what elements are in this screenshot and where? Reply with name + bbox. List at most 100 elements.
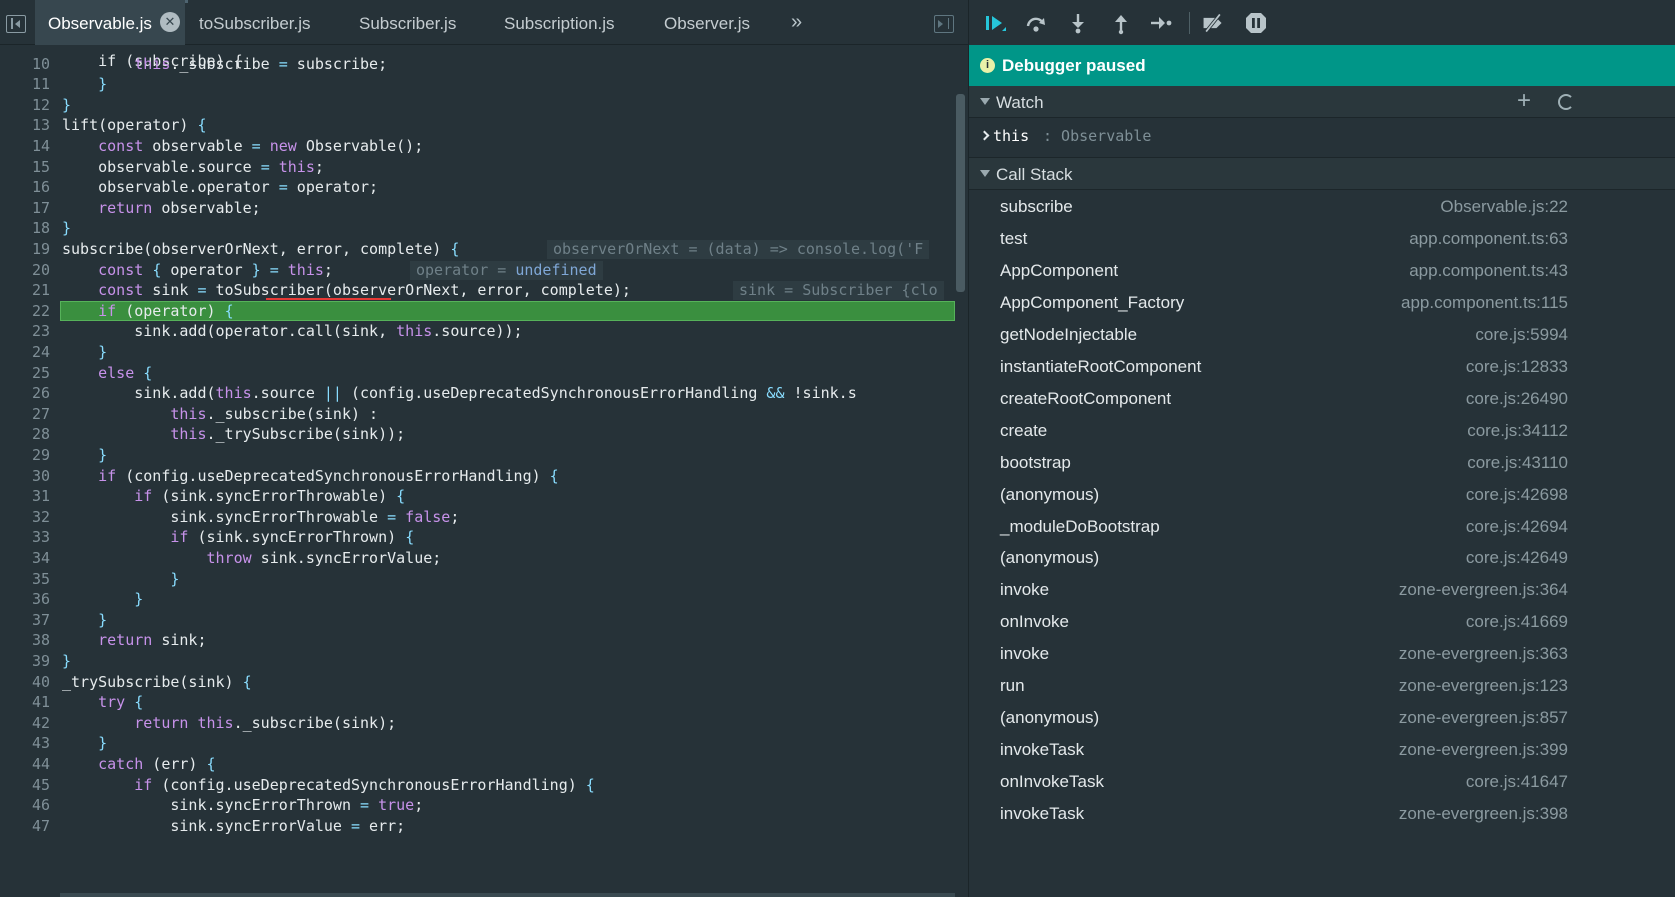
call-stack-frame[interactable]: (anonymous) core.js:42698 bbox=[969, 478, 1675, 510]
more-tabs-icon[interactable]: » bbox=[791, 11, 802, 33]
call-stack-frame[interactable]: invoke zone-evergreen.js:364 bbox=[969, 573, 1675, 605]
code-line: 29 } bbox=[0, 445, 955, 466]
line-number[interactable]: 42 bbox=[0, 713, 50, 734]
line-number[interactable]: 24 bbox=[0, 342, 50, 363]
line-number[interactable]: 20 bbox=[0, 260, 50, 281]
code-text: const { operator } = this; bbox=[98, 260, 333, 279]
line-number[interactable]: 17 bbox=[0, 198, 50, 219]
line-number[interactable]: 11 bbox=[0, 74, 50, 95]
line-number[interactable]: 29 bbox=[0, 445, 50, 466]
watch-section-header[interactable]: Watch + bbox=[969, 86, 1675, 118]
call-stack-frame[interactable]: onInvoke core.js:41669 bbox=[969, 605, 1675, 637]
frame-location: core.js:41647 bbox=[1465, 772, 1568, 792]
line-number[interactable]: 14 bbox=[0, 136, 50, 157]
code-line: 35 } bbox=[0, 569, 955, 590]
line-number[interactable]: 43 bbox=[0, 733, 50, 754]
line-number[interactable]: 21 bbox=[0, 280, 50, 301]
line-number[interactable]: 32 bbox=[0, 507, 50, 528]
line-number[interactable]: 37 bbox=[0, 610, 50, 631]
code-text: } bbox=[98, 734, 108, 753]
call-stack-frame[interactable]: onInvokeTask core.js:41647 bbox=[969, 765, 1675, 797]
toggle-debugger-sidebar-icon[interactable] bbox=[934, 15, 954, 33]
inline-debug-value[interactable]: observerOrNext = (data) => console.log('… bbox=[547, 239, 930, 259]
frame-location: core.js:42649 bbox=[1465, 548, 1568, 568]
line-number[interactable]: 35 bbox=[0, 569, 50, 590]
line-number[interactable]: 33 bbox=[0, 527, 50, 548]
step-out-icon[interactable] bbox=[1109, 11, 1133, 35]
line-number[interactable]: 47 bbox=[0, 816, 50, 837]
watch-item[interactable]: this : Observable bbox=[969, 118, 1675, 158]
call-stack-frame[interactable]: instantiateRootComponent core.js:12833 bbox=[969, 350, 1675, 382]
code-line: 22 if (operator) { bbox=[0, 300, 955, 322]
tab-tosubscriber-js[interactable]: toSubscriber.js bbox=[199, 0, 311, 45]
code-text: observable.operator = operator; bbox=[62, 178, 379, 197]
call-stack-frame[interactable]: create core.js:34112 bbox=[969, 414, 1675, 446]
line-number[interactable]: 36 bbox=[0, 589, 50, 610]
tab-observer-js[interactable]: Observer.js bbox=[664, 0, 750, 45]
tab-subscription-js[interactable]: Subscription.js bbox=[504, 0, 615, 45]
call-stack-frame[interactable]: invokeTask zone-evergreen.js:399 bbox=[969, 733, 1675, 765]
call-stack-frame[interactable]: subscribe Observable.js:22 bbox=[969, 190, 1675, 222]
call-stack-frame[interactable]: (anonymous) core.js:42649 bbox=[969, 541, 1675, 573]
collapse-caret-icon[interactable] bbox=[980, 170, 990, 177]
call-stack-frame[interactable]: AppComponent app.component.ts:43 bbox=[969, 254, 1675, 286]
frame-function-name: invokeTask bbox=[1000, 804, 1085, 824]
step-into-icon[interactable] bbox=[1066, 11, 1090, 35]
line-number[interactable]: 28 bbox=[0, 424, 50, 445]
call-stack-frame[interactable]: getNodeInjectable core.js:5994 bbox=[969, 318, 1675, 350]
line-number[interactable]: 25 bbox=[0, 363, 50, 384]
line-number[interactable]: 45 bbox=[0, 775, 50, 796]
resume-icon[interactable] bbox=[983, 11, 1007, 35]
line-number[interactable]: 27 bbox=[0, 404, 50, 425]
call-stack-frame[interactable]: invoke zone-evergreen.js:363 bbox=[969, 637, 1675, 669]
call-stack-frame[interactable]: createRootComponent core.js:26490 bbox=[969, 382, 1675, 414]
pause-on-exceptions-icon[interactable] bbox=[1244, 11, 1268, 35]
line-number[interactable]: 39 bbox=[0, 651, 50, 672]
line-number[interactable]: 22 bbox=[0, 301, 50, 322]
inline-debug-value[interactable]: operator = undefined bbox=[410, 260, 603, 280]
step-over-icon[interactable] bbox=[1024, 11, 1048, 35]
line-number[interactable]: 15 bbox=[0, 157, 50, 178]
call-stack-frame[interactable]: AppComponent_Factory app.component.ts:115 bbox=[969, 286, 1675, 318]
call-stack-frame[interactable]: (anonymous) zone-evergreen.js:857 bbox=[969, 701, 1675, 733]
call-stack-frame[interactable]: bootstrap core.js:43110 bbox=[969, 446, 1675, 478]
call-stack-frame[interactable]: test app.component.ts:63 bbox=[969, 222, 1675, 254]
code-text: } bbox=[62, 651, 72, 670]
expand-chevron-icon[interactable] bbox=[979, 130, 990, 141]
line-number[interactable]: 41 bbox=[0, 692, 50, 713]
line-number[interactable]: 10 bbox=[0, 54, 50, 75]
line-number[interactable]: 31 bbox=[0, 486, 50, 507]
line-number[interactable]: 34 bbox=[0, 548, 50, 569]
call-stack-frame[interactable]: run zone-evergreen.js:123 bbox=[969, 669, 1675, 701]
toggle-navigator-icon[interactable] bbox=[6, 15, 26, 33]
inline-debug-value[interactable]: sink = Subscriber {clo bbox=[733, 281, 944, 301]
close-tab-icon[interactable]: ✕ bbox=[160, 12, 180, 32]
call-stack-frame[interactable]: _moduleDoBootstrap core.js:42694 bbox=[969, 510, 1675, 542]
collapse-caret-icon[interactable] bbox=[980, 98, 990, 105]
line-number[interactable]: 26 bbox=[0, 383, 50, 404]
editor-horizontal-scrollbar[interactable] bbox=[60, 893, 955, 897]
tab-observable-js[interactable]: Observable.js ✕ bbox=[35, 0, 185, 45]
line-number[interactable]: 18 bbox=[0, 218, 50, 239]
line-number[interactable]: 16 bbox=[0, 177, 50, 198]
refresh-watch-icon[interactable] bbox=[1558, 94, 1574, 110]
deactivate-breakpoints-icon[interactable] bbox=[1201, 11, 1225, 35]
editor-vertical-scrollbar[interactable] bbox=[956, 94, 965, 292]
tab-subscriber-js[interactable]: Subscriber.js bbox=[359, 0, 456, 45]
line-number[interactable]: 23 bbox=[0, 321, 50, 342]
call-stack-section-header[interactable]: Call Stack bbox=[969, 158, 1675, 190]
call-stack-frame[interactable]: invokeTask zone-evergreen.js:398 bbox=[969, 797, 1675, 829]
add-watch-icon[interactable]: + bbox=[1517, 89, 1531, 113]
code-line: 34 throw sink.syncErrorValue; bbox=[0, 548, 955, 569]
line-number[interactable]: 44 bbox=[0, 754, 50, 775]
line-number[interactable]: 13 bbox=[0, 115, 50, 136]
code-view[interactable]: if (subscribe) { 10 this._subscribe = su… bbox=[0, 45, 955, 897]
line-number[interactable]: 40 bbox=[0, 672, 50, 693]
line-number[interactable]: 12 bbox=[0, 95, 50, 116]
step-icon[interactable] bbox=[1149, 11, 1173, 35]
line-number[interactable]: 30 bbox=[0, 466, 50, 487]
tab-label: toSubscriber.js bbox=[199, 14, 311, 33]
line-number[interactable]: 38 bbox=[0, 630, 50, 651]
line-number[interactable]: 46 bbox=[0, 795, 50, 816]
line-number[interactable]: 19 bbox=[0, 239, 50, 260]
